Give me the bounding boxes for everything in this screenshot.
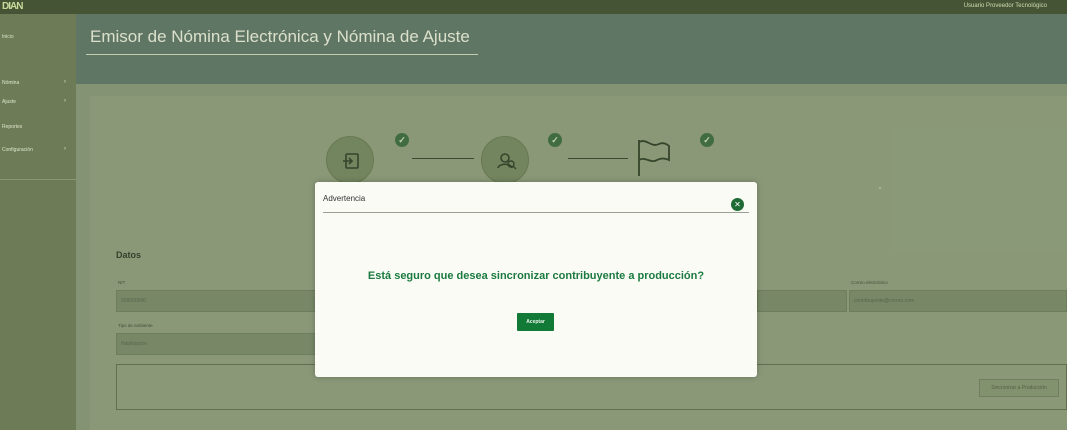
close-icon[interactable]: ✕ bbox=[731, 198, 744, 211]
dialog-divider bbox=[323, 212, 749, 213]
dialog-title: Advertencia bbox=[323, 194, 366, 203]
warning-dialog: Advertencia ✕ Está seguro que desea sinc… bbox=[315, 182, 757, 377]
accept-button[interactable]: Aceptar bbox=[517, 313, 554, 331]
dialog-message: Está seguro que desea sincronizar contri… bbox=[367, 270, 705, 282]
